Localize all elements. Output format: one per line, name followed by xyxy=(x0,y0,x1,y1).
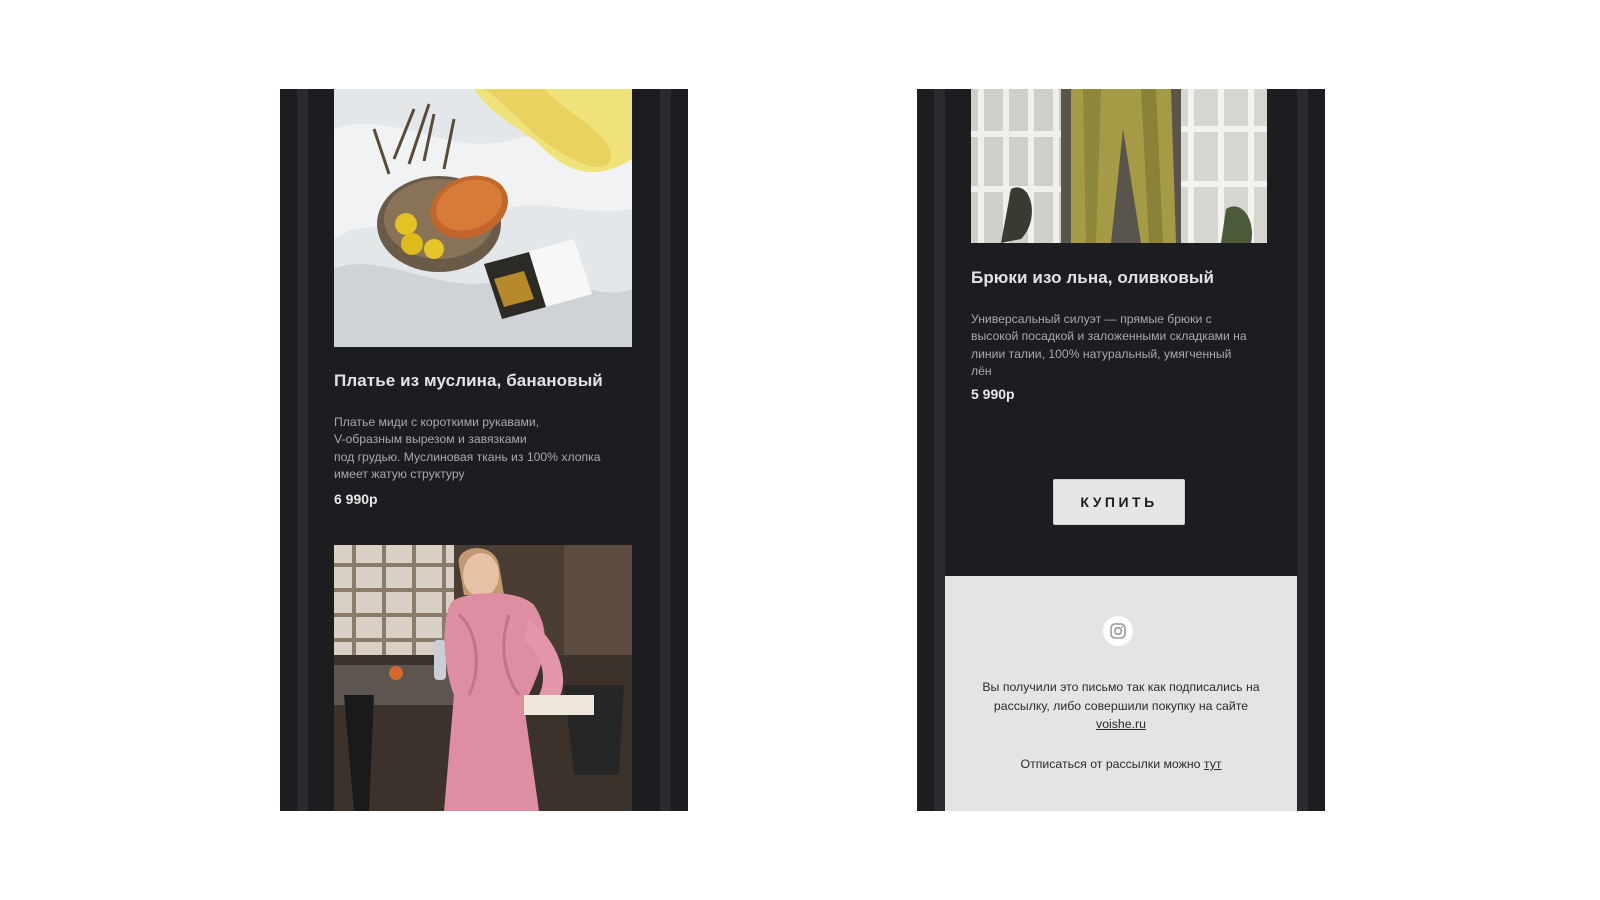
side-stripe xyxy=(1297,89,1308,811)
email-preview-left: Платье из муслина, банановый Платье миди… xyxy=(280,89,688,811)
product-image-trousers[interactable] xyxy=(971,89,1267,243)
instagram-icon[interactable] xyxy=(1103,616,1133,646)
unsubscribe-row: Отписаться от рассылки можно тут xyxy=(945,757,1297,771)
product-image-suit[interactable] xyxy=(334,545,632,811)
description-line: V-образным вырезом и завязками xyxy=(334,432,527,447)
description-line: имеет жатую структуру xyxy=(334,467,465,482)
subscription-notice: Вы получили это письмо так как подписали… xyxy=(945,678,1297,734)
product-price: 6 990р xyxy=(334,491,378,507)
product-description: Универсальный силуэт — прямые брюки с вы… xyxy=(971,311,1247,381)
product-title: Платье из муслина, банановый xyxy=(334,371,603,390)
description-line: линии талии, 100% натуральный, умягченны… xyxy=(971,346,1232,361)
description-line: высокой посадкой и заложенными складками… xyxy=(971,329,1247,344)
product-image-dress[interactable] xyxy=(334,89,632,347)
description-line: лён xyxy=(971,364,992,379)
email-footer: Вы получили это письмо так как подписали… xyxy=(945,576,1297,811)
product-description: Платье миди с короткими рукавами, V-обра… xyxy=(334,414,601,484)
unsubscribe-text: Отписаться от рассылки можно xyxy=(1020,757,1201,771)
product-title: Брюки изо льна, оливковый xyxy=(971,268,1215,287)
email-preview-right: Брюки изо льна, оливковый Универсальный … xyxy=(917,89,1325,811)
description-line: под грудью. Муслиновая ткань из 100% хло… xyxy=(334,449,601,464)
buy-button[interactable]: КУПИТЬ xyxy=(1053,479,1185,525)
product-price: 5 990р xyxy=(971,386,1015,402)
site-link[interactable]: voishe.ru xyxy=(1096,717,1146,731)
side-stripe xyxy=(934,89,945,811)
notice-line: Вы получили это письмо так как подписали… xyxy=(982,680,1260,694)
side-stripe xyxy=(297,89,308,811)
notice-line: рассылку, либо совершили покупку на сайт… xyxy=(993,698,1249,713)
description-line: Универсальный силуэт — прямые брюки с xyxy=(971,312,1212,326)
unsubscribe-link[interactable]: тут xyxy=(1204,757,1222,771)
side-stripe xyxy=(660,89,671,811)
description-line: Платье миди с короткими рукавами, xyxy=(334,415,540,429)
